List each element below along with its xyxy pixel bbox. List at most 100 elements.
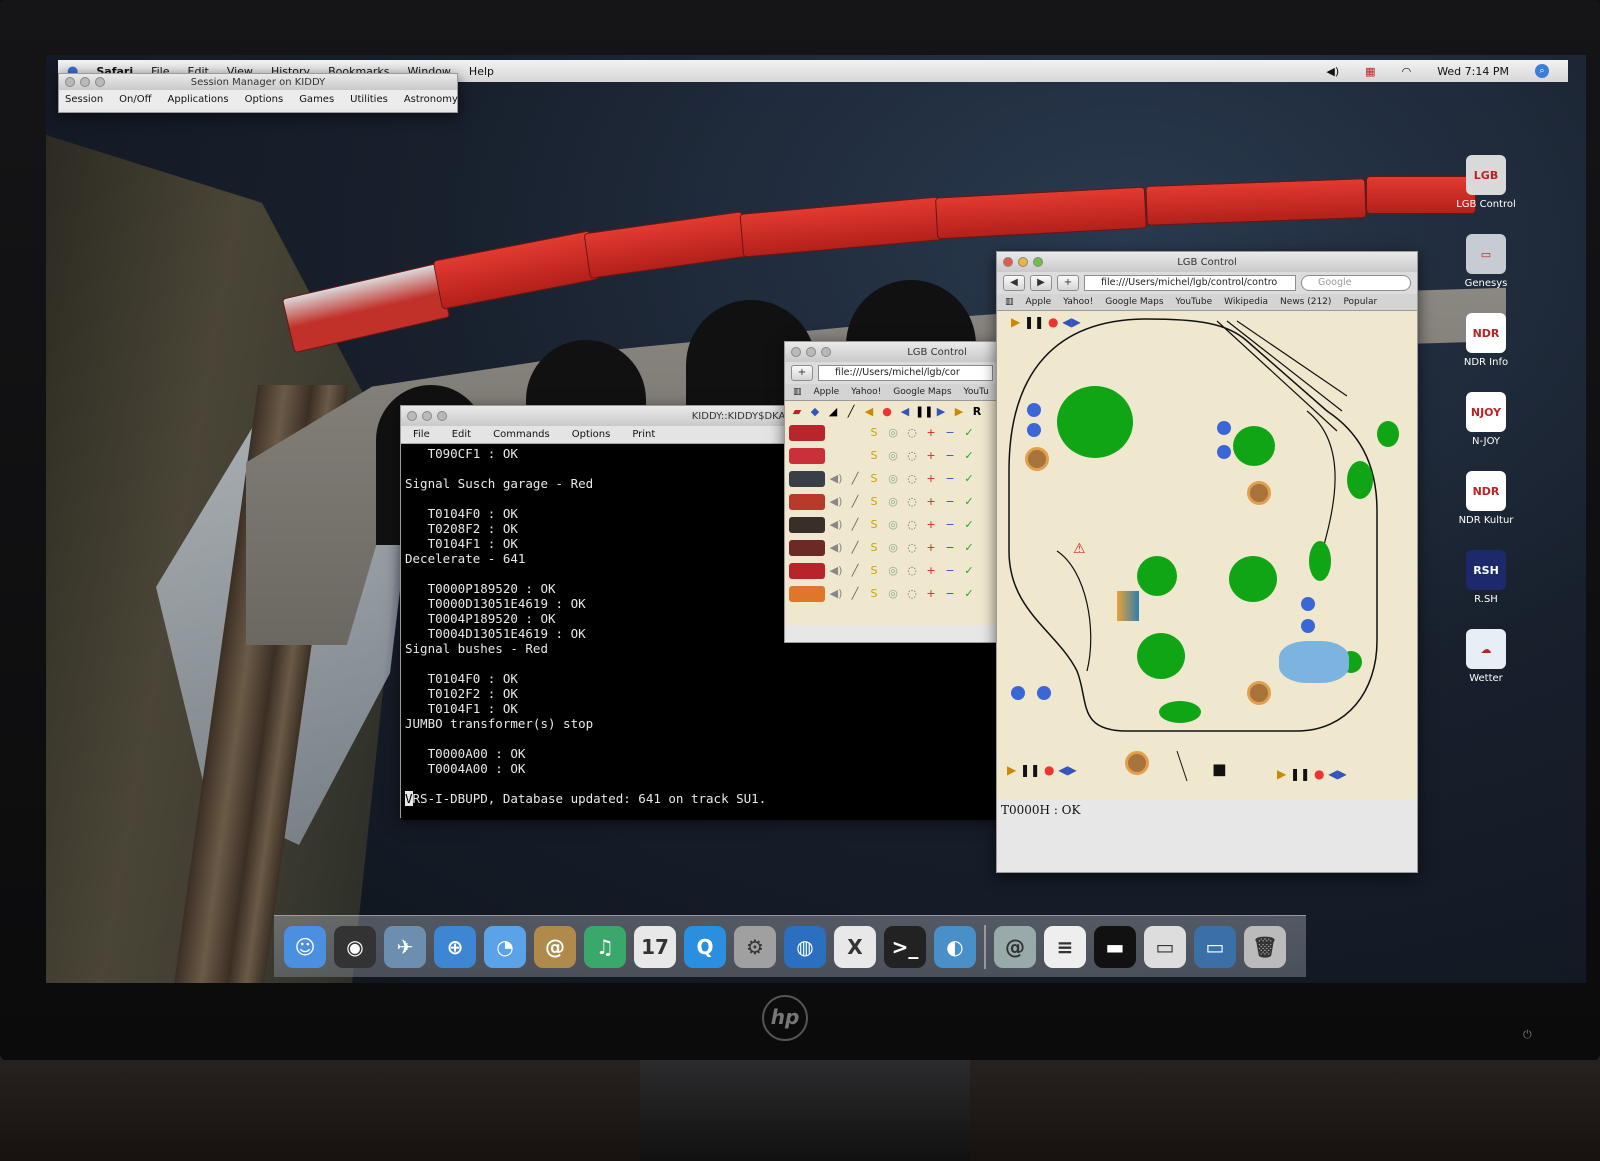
bookmark-popular[interactable]: Popular xyxy=(1343,297,1377,307)
forward-button[interactable]: ▶ xyxy=(1030,275,1052,291)
s-function-icon[interactable]: S xyxy=(866,494,882,510)
s-function-icon[interactable]: S xyxy=(866,425,882,441)
whistle-icon[interactable]: ╱ xyxy=(847,494,863,510)
bulb-off-icon[interactable]: ◌ xyxy=(904,586,920,602)
light-bulb-icon[interactable]: ◎ xyxy=(885,563,901,579)
light-bulb-icon[interactable]: ◎ xyxy=(885,586,901,602)
speed-up-icon[interactable]: + xyxy=(923,586,939,602)
track-layout-diagram[interactable] xyxy=(997,311,1417,799)
terminal-prompt-line[interactable]: VRS-I-DBUPD, Database updated: 641 on tr… xyxy=(405,791,995,806)
signal-button-icon[interactable] xyxy=(1027,403,1041,417)
ichat-icon[interactable]: ◔ xyxy=(484,925,526,968)
locomotive-icon[interactable] xyxy=(789,470,825,487)
minimize-button[interactable] xyxy=(422,411,432,421)
stop-icon[interactable]: ● xyxy=(879,404,895,420)
play-icon[interactable]: ▶ xyxy=(933,404,949,420)
train-icon[interactable]: ▰ xyxy=(789,404,805,420)
flag-icon[interactable]: ▦ xyxy=(1365,65,1375,78)
menu-utilities[interactable]: Utilities xyxy=(350,94,388,105)
bookmark-news[interactable]: News (212) xyxy=(1280,297,1331,307)
network-utility-icon[interactable]: ◐ xyxy=(934,925,976,968)
sound-icon[interactable] xyxy=(828,448,844,464)
sound-icon[interactable]: ◀) xyxy=(828,517,844,533)
warning-icon[interactable]: ⚠ xyxy=(1073,541,1086,557)
minimize-button[interactable] xyxy=(1018,257,1028,267)
speed-down-icon[interactable]: − xyxy=(942,448,958,464)
locomotive-icon[interactable] xyxy=(789,539,825,556)
locomotive-icon[interactable] xyxy=(789,516,825,533)
zoom-button[interactable] xyxy=(437,411,447,421)
check-icon[interactable]: ✓ xyxy=(961,540,977,556)
quicktime-icon[interactable]: Q xyxy=(684,925,726,968)
camera-icon[interactable]: ◼ xyxy=(1212,759,1227,780)
locomotive-icon[interactable] xyxy=(789,585,825,602)
menu-astronomy[interactable]: Astronomy xyxy=(404,94,458,105)
check-icon[interactable]: ✓ xyxy=(961,448,977,464)
sound-icon[interactable]: ◀) xyxy=(828,494,844,510)
bulb-off-icon[interactable]: ◌ xyxy=(904,448,920,464)
minimize-button[interactable] xyxy=(806,347,816,357)
back-button[interactable]: ◀ xyxy=(1003,275,1025,291)
speed-down-icon[interactable]: − xyxy=(942,425,958,441)
close-button[interactable] xyxy=(407,411,417,421)
lamp-icon[interactable] xyxy=(1025,447,1049,471)
bulb-off-icon[interactable]: ◌ xyxy=(904,494,920,510)
s-function-icon[interactable]: S xyxy=(866,517,882,533)
close-button[interactable] xyxy=(1003,257,1013,267)
speed-up-icon[interactable]: + xyxy=(923,425,939,441)
signal-button-icon[interactable] xyxy=(1027,423,1041,437)
speed-down-icon[interactable]: − xyxy=(942,586,958,602)
sound-icon[interactable]: ◀) xyxy=(828,563,844,579)
desktop-icon[interactable]: ▭ Genesys xyxy=(1441,234,1531,289)
minimize-button[interactable] xyxy=(80,77,90,87)
light-bulb-icon[interactable]: ◎ xyxy=(885,448,901,464)
loco-row[interactable]: ◀) ╱ S ◎ ◌ + − ✓ xyxy=(785,513,999,536)
speed-down-icon[interactable]: − xyxy=(942,563,958,579)
close-button[interactable] xyxy=(791,347,801,357)
bookmark-yahoo[interactable]: Yahoo! xyxy=(1063,297,1093,307)
s-function-icon[interactable]: S xyxy=(866,448,882,464)
terminal-icon[interactable]: >_ xyxy=(884,925,926,968)
bookmark-google-maps[interactable]: Google Maps xyxy=(893,387,951,397)
url-field[interactable]: file:///Users/michel/lgb/cor xyxy=(818,365,993,381)
loco-row[interactable]: ◀) ╱ S ◎ ◌ + − ✓ xyxy=(785,467,999,490)
menu-options[interactable]: Options xyxy=(572,429,611,440)
horn-icon[interactable]: ◢ xyxy=(825,404,841,420)
sound-icon[interactable]: ◀) xyxy=(828,586,844,602)
signal-button-icon[interactable] xyxy=(1037,686,1051,700)
lamp-icon[interactable] xyxy=(1247,681,1271,705)
bookmark-yahoo[interactable]: Yahoo! xyxy=(851,387,881,397)
speed-down-icon[interactable]: − xyxy=(942,494,958,510)
sound-icon[interactable] xyxy=(828,425,844,441)
window-thumb-icon[interactable]: ▭ xyxy=(1144,925,1186,968)
whistle-icon[interactable] xyxy=(847,425,863,441)
light-bulb-icon[interactable]: ◎ xyxy=(885,425,901,441)
add-bookmark-button[interactable]: + xyxy=(791,365,813,381)
speed-down-icon[interactable]: − xyxy=(942,517,958,533)
menubar-clock[interactable]: Wed 7:14 PM xyxy=(1437,65,1509,78)
speed-up-icon[interactable]: + xyxy=(923,448,939,464)
pause-icon[interactable]: ❚❚ xyxy=(915,404,933,420)
zoom-button[interactable] xyxy=(95,77,105,87)
bookmark-apple[interactable]: Apple xyxy=(1026,297,1052,307)
play-icon[interactable]: ▶ ❚❚ ● ◀▶ xyxy=(1277,767,1347,781)
browser-titlebar[interactable]: LGB Control xyxy=(997,252,1417,272)
speed-up-icon[interactable]: + xyxy=(923,494,939,510)
power-icon[interactable]: ⏻ xyxy=(1523,1028,1532,1042)
desktop-icon[interactable]: ☁ Wetter xyxy=(1441,629,1531,684)
light-bulb-icon[interactable]: ◎ xyxy=(885,517,901,533)
menu-games[interactable]: Games xyxy=(299,94,334,105)
menu-commands[interactable]: Commands xyxy=(493,429,550,440)
bookmarks-icon[interactable]: ▥ xyxy=(1005,297,1014,307)
whistle-icon[interactable]: ╱ xyxy=(847,517,863,533)
whistle-icon[interactable]: ╱ xyxy=(847,586,863,602)
whistle-icon[interactable]: ╱ xyxy=(847,563,863,579)
direction-icon[interactable]: ◆ xyxy=(807,404,823,420)
desktop-icon[interactable]: NDR NDR Kultur xyxy=(1441,471,1531,526)
light-bulb-icon[interactable]: ◎ xyxy=(885,471,901,487)
menu-print[interactable]: Print xyxy=(632,429,655,440)
document-icon[interactable]: ≡ xyxy=(1044,925,1086,968)
speed-up-icon[interactable]: + xyxy=(923,517,939,533)
bulb-off-icon[interactable]: ◌ xyxy=(904,425,920,441)
reset-icon[interactable]: R xyxy=(969,404,985,420)
